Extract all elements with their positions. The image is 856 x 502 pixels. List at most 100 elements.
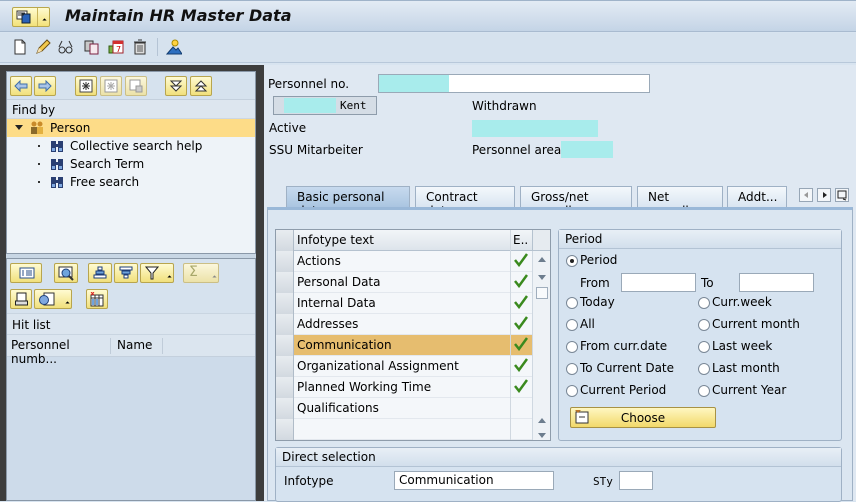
change-icon[interactable] — [35, 39, 51, 55]
tab-gross-net-payroll[interactable]: Gross/net payroll — [520, 186, 632, 218]
radio-today[interactable] — [566, 297, 578, 309]
find-button[interactable] — [54, 263, 78, 283]
display-icon[interactable] — [58, 39, 74, 55]
infotype-row[interactable]: Actions — [276, 251, 532, 272]
infotype-row[interactable]: Planned Working Time — [276, 377, 532, 398]
filter-button[interactable] — [140, 263, 174, 283]
scroll-down-icon[interactable] — [538, 275, 546, 280]
column-header-name[interactable]: Name — [113, 338, 163, 354]
copy-icon[interactable] — [84, 39, 100, 55]
row-selector[interactable] — [276, 356, 294, 377]
row-selector[interactable] — [276, 335, 294, 356]
binoculars-icon — [51, 141, 63, 152]
radio-label: Last month — [712, 361, 780, 375]
column-header-exists[interactable]: E.. — [513, 233, 528, 247]
tab-additional[interactable]: Addt... — [727, 186, 787, 207]
tab-contract-data[interactable]: Contract data — [415, 186, 515, 218]
chevron-right-icon — [823, 192, 827, 198]
tab-basic-personal-data[interactable]: Basic personal data — [286, 186, 410, 218]
personnel-no-input[interactable] — [378, 74, 650, 93]
overview-icon[interactable] — [166, 39, 182, 55]
radio-current-period[interactable] — [566, 385, 578, 397]
system-menu-button[interactable] — [12, 7, 50, 27]
infotype-input[interactable]: Communication — [394, 471, 554, 490]
column-config-button[interactable] — [532, 230, 550, 250]
row-selector[interactable] — [276, 314, 294, 335]
from-date-input[interactable] — [621, 273, 696, 292]
vertical-scrollbar[interactable] — [532, 251, 550, 440]
sort-descending-button[interactable] — [114, 263, 138, 283]
sort-ascending-button[interactable] — [88, 263, 112, 283]
expand-all-button[interactable] — [165, 76, 187, 96]
radio-all[interactable] — [566, 319, 578, 331]
tree-node-free-search[interactable]: Free search — [7, 173, 255, 191]
row-selector[interactable] — [276, 377, 294, 398]
arrow-left-icon — [14, 80, 28, 92]
row-selector[interactable] — [276, 398, 294, 419]
infotype-row[interactable]: Addresses — [276, 314, 532, 335]
tree-node-search-term[interactable]: Search Term — [7, 155, 255, 173]
radio-curr-week[interactable] — [698, 297, 710, 309]
infotype-row[interactable]: Qualifications — [276, 398, 532, 419]
to-date-input[interactable] — [739, 273, 814, 292]
change-layout-button[interactable] — [86, 289, 108, 309]
chevron-down-icon[interactable] — [37, 8, 49, 26]
choose-button[interactable]: Choose — [570, 407, 716, 428]
print-button[interactable] — [10, 289, 32, 309]
radio-period[interactable] — [566, 255, 578, 267]
infotype-row[interactable]: Personal Data — [276, 272, 532, 293]
infotype-row[interactable]: Internal Data — [276, 293, 532, 314]
tab-net-payroll[interactable]: Net payroll — [637, 186, 723, 218]
collapse-all-button[interactable] — [190, 76, 212, 96]
radio-current-month[interactable] — [698, 319, 710, 331]
details-button[interactable] — [10, 263, 42, 283]
subtype-input[interactable] — [619, 471, 653, 490]
infotype-row[interactable] — [276, 419, 532, 440]
tree-node-person[interactable]: Person — [7, 119, 255, 137]
radio-current-year[interactable] — [698, 385, 710, 397]
row-selector[interactable] — [276, 419, 294, 440]
export-button[interactable] — [34, 289, 72, 309]
radio-to-current-date[interactable] — [566, 363, 578, 375]
scroll-up-icon[interactable] — [538, 257, 546, 262]
radio-period-label: Period — [580, 253, 618, 267]
forward-button[interactable] — [34, 76, 56, 96]
back-button[interactable] — [10, 76, 32, 96]
left-navigation-pane: Find by Person Collective search help Se… — [0, 65, 264, 501]
column-header-infotype-text[interactable]: Infotype text — [297, 233, 374, 247]
create-icon[interactable] — [12, 39, 28, 55]
chevron-down-icon[interactable] — [167, 275, 172, 280]
row-selector[interactable] — [276, 251, 294, 272]
total-button[interactable]: Σ — [183, 263, 219, 283]
select-all-cell[interactable] — [276, 230, 294, 251]
chevron-down-icon[interactable] — [212, 275, 217, 280]
row-selector[interactable] — [276, 293, 294, 314]
hit-list-label: Hit list — [7, 313, 255, 335]
column-header-personnel-number[interactable]: Personnel numb... — [7, 338, 111, 366]
tab-list-button[interactable] — [835, 188, 849, 202]
print-icon — [15, 292, 28, 306]
collapse-icon — [194, 80, 208, 92]
tab-scroll-left-button[interactable] — [799, 188, 813, 202]
radio-from-curr-date[interactable] — [566, 341, 578, 353]
search-variant-button[interactable] — [100, 76, 122, 96]
chevron-down-icon[interactable] — [65, 301, 70, 306]
radio-last-month[interactable] — [698, 363, 710, 375]
infotype-row[interactable]: Organizational Assignment — [276, 356, 532, 377]
delete-icon[interactable] — [132, 39, 148, 55]
window-title: Maintain HR Master Data — [65, 6, 292, 25]
checkmark-icon — [514, 274, 528, 288]
hit-list-toolbar-2 — [7, 287, 255, 313]
search-settings-button[interactable] — [125, 76, 147, 96]
tab-scroll-right-button[interactable] — [817, 188, 831, 202]
new-search-button[interactable] — [75, 76, 97, 96]
infotype-row[interactable]: Communication — [276, 335, 532, 356]
scroll-down-icon[interactable] — [538, 433, 546, 438]
expand-triangle-icon[interactable] — [15, 125, 23, 130]
delimit-icon[interactable]: 7 — [108, 39, 124, 55]
row-selector[interactable] — [276, 272, 294, 293]
tree-node-collective-search[interactable]: Collective search help — [7, 137, 255, 155]
scroll-thumb[interactable] — [536, 287, 548, 299]
radio-last-week[interactable] — [698, 341, 710, 353]
scroll-up-icon[interactable] — [538, 418, 546, 423]
